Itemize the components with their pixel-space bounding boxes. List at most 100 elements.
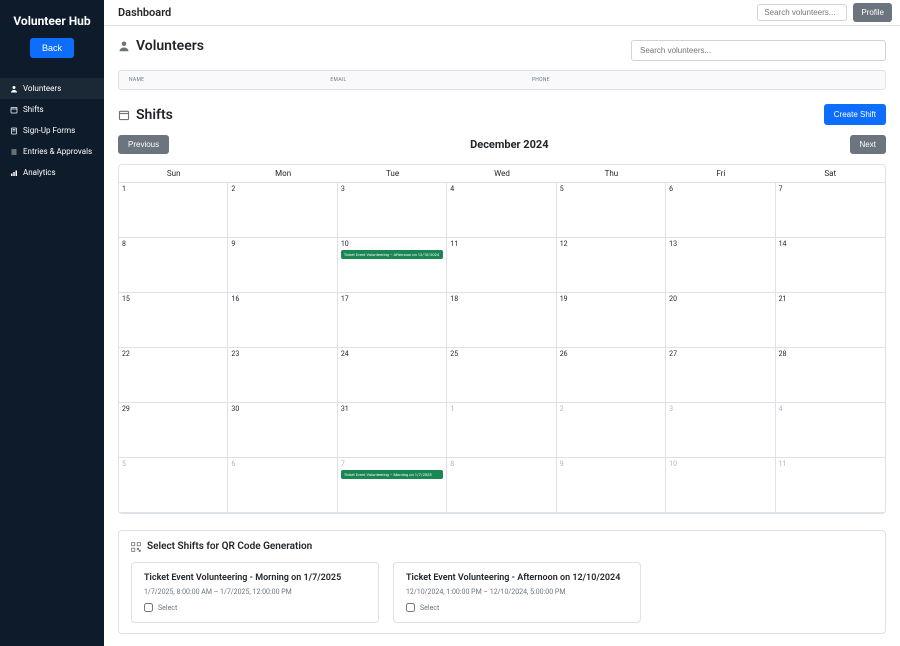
calendar-day-head: Thu	[557, 165, 666, 183]
col-email: EMAIL	[330, 77, 531, 83]
calendar-date: 24	[341, 350, 443, 358]
qr-section-title: Select Shifts for QR Code Generation	[147, 541, 312, 552]
calendar-cell[interactable]: 11	[776, 458, 885, 513]
calendar-cell[interactable]: 2	[557, 403, 666, 458]
calendar-cell[interactable]: 15	[119, 293, 228, 348]
calendar-date: 8	[450, 460, 552, 468]
sidebar-item-shifts[interactable]: Shifts	[0, 99, 104, 120]
calendar-event[interactable]: Ticket Event Volunteering – Afternoon on…	[341, 250, 443, 259]
calendar-cell[interactable]: 9	[557, 458, 666, 513]
calendar-date: 6	[231, 460, 333, 468]
calendar-cell[interactable]: 13	[666, 238, 775, 293]
calendar-cell[interactable]: 28	[776, 348, 885, 403]
calendar-cell[interactable]: 16	[228, 293, 337, 348]
calendar-date: 7	[779, 185, 882, 193]
volunteers-search-input[interactable]	[631, 40, 886, 61]
qr-card-time: 12/10/2024, 1:00:00 PM – 12/10/2024, 5:0…	[406, 588, 628, 596]
col-name: NAME	[129, 77, 330, 83]
qr-icon	[131, 542, 141, 552]
calendar-date: 4	[450, 185, 552, 193]
sidebar-item-volunteers[interactable]: Volunteers	[0, 78, 104, 99]
qr-select-label[interactable]: Select	[144, 603, 366, 612]
sidebar-item-analytics[interactable]: Analytics	[0, 162, 104, 183]
calendar-cell[interactable]: 14	[776, 238, 885, 293]
sidebar-item-entries-approvals[interactable]: Entries & Approvals	[0, 141, 104, 162]
calendar-cell[interactable]: 5	[557, 183, 666, 238]
calendar-cell[interactable]: 9	[228, 238, 337, 293]
create-shift-button[interactable]: Create Shift	[824, 104, 886, 125]
calendar-date: 14	[779, 240, 882, 248]
calendar-cell[interactable]: 30	[228, 403, 337, 458]
topbar: Dashboard Profile	[104, 0, 900, 26]
calendar-cell[interactable]: 31	[338, 403, 447, 458]
calendar-cell[interactable]: 24	[338, 348, 447, 403]
calendar-date: 23	[231, 350, 333, 358]
calendar-cell[interactable]: 1	[119, 183, 228, 238]
calendar-cell[interactable]: 10	[666, 458, 775, 513]
calendar-date: 28	[779, 350, 882, 358]
calendar-cell[interactable]: 12	[557, 238, 666, 293]
calendar-cell[interactable]: 2	[228, 183, 337, 238]
profile-button[interactable]: Profile	[853, 3, 892, 22]
calendar-date: 2	[560, 405, 662, 413]
calendar-cell[interactable]: 3	[666, 403, 775, 458]
calendar-cell[interactable]: 21	[776, 293, 885, 348]
calendar-cell[interactable]: 17	[338, 293, 447, 348]
user-icon	[10, 85, 18, 93]
calendar-cell[interactable]: 29	[119, 403, 228, 458]
calendar-cell[interactable]: 11	[447, 238, 556, 293]
next-button[interactable]: Next	[850, 135, 886, 154]
calendar-date: 9	[560, 460, 662, 468]
calendar-date: 27	[669, 350, 771, 358]
sidebar-item-signup-forms[interactable]: Sign-Up Forms	[0, 120, 104, 141]
calendar-cell[interactable]: 5	[119, 458, 228, 513]
calendar-cell[interactable]: 22	[119, 348, 228, 403]
previous-button[interactable]: Previous	[118, 135, 169, 154]
calendar-cell[interactable]: 19	[557, 293, 666, 348]
back-button[interactable]: Back	[30, 38, 74, 58]
section-title-volunteers: Volunteers	[136, 38, 204, 54]
sidebar-item-label: Entries & Approvals	[23, 147, 92, 156]
calendar-date: 12	[560, 240, 662, 248]
calendar-icon	[10, 106, 18, 114]
calendar-cell[interactable]: 10Ticket Event Volunteering – Afternoon …	[338, 238, 447, 293]
content: Volunteers NAME EMAIL PHONE Shifts Creat…	[104, 26, 900, 646]
calendar-cell[interactable]: 8	[447, 458, 556, 513]
calendar-date: 31	[341, 405, 443, 413]
calendar-day-head: Fri	[666, 165, 775, 183]
calendar-date: 16	[231, 295, 333, 303]
calendar-cell[interactable]: 23	[228, 348, 337, 403]
calendar-cell[interactable]: 8	[119, 238, 228, 293]
app-title: Volunteer Hub	[0, 10, 104, 38]
calendar-date: 20	[669, 295, 771, 303]
calendar-cell[interactable]: 25	[447, 348, 556, 403]
calendar-cell[interactable]: 7	[776, 183, 885, 238]
calendar-date: 10	[669, 460, 771, 468]
calendar-cell[interactable]: 4	[447, 183, 556, 238]
calendar-date: 15	[122, 295, 224, 303]
calendar-date: 6	[669, 185, 771, 193]
calendar-cell[interactable]: 4	[776, 403, 885, 458]
calendar-day-head: Tue	[338, 165, 447, 183]
sidebar: Volunteer Hub Back Volunteers Shifts Sig…	[0, 0, 104, 646]
calendar-cell[interactable]: 27	[666, 348, 775, 403]
calendar-date: 4	[779, 405, 882, 413]
qr-select-checkbox[interactable]	[144, 603, 153, 612]
calendar-icon	[118, 109, 130, 121]
calendar-cell[interactable]: 1	[447, 403, 556, 458]
calendar-cell[interactable]: 7Ticket Event Volunteering – Morning on …	[338, 458, 447, 513]
calendar-cell[interactable]: 6	[228, 458, 337, 513]
calendar-cell[interactable]: 3	[338, 183, 447, 238]
calendar-day-head: Wed	[447, 165, 556, 183]
calendar-cell[interactable]: 18	[447, 293, 556, 348]
calendar-date: 3	[669, 405, 771, 413]
qr-select-checkbox[interactable]	[406, 603, 415, 612]
calendar-day-head: Sun	[119, 165, 228, 183]
calendar-event[interactable]: Ticket Event Volunteering – Morning on 1…	[341, 470, 443, 479]
calendar-cell[interactable]: 20	[666, 293, 775, 348]
topbar-search-input[interactable]	[757, 4, 847, 21]
sidebar-item-label: Volunteers	[23, 84, 61, 93]
calendar-cell[interactable]: 6	[666, 183, 775, 238]
calendar-cell[interactable]: 26	[557, 348, 666, 403]
qr-select-label[interactable]: Select	[406, 603, 628, 612]
